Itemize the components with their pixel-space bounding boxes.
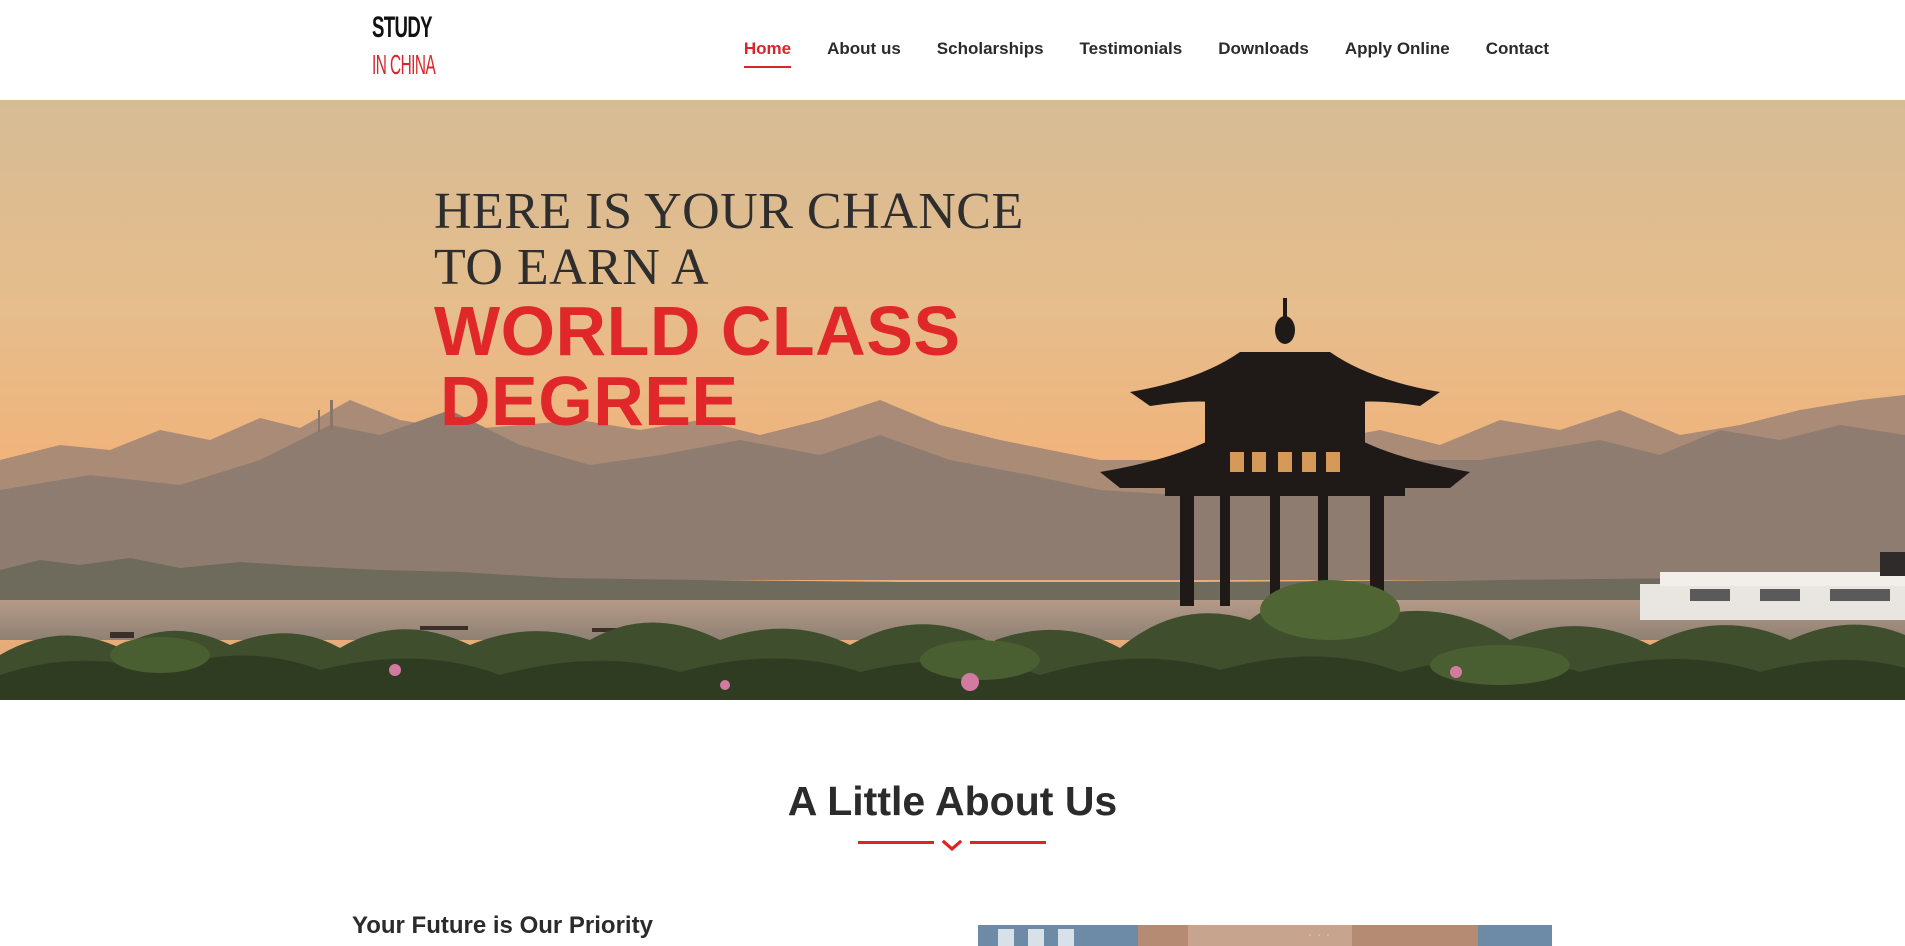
nav-downloads[interactable]: Downloads: [1218, 38, 1309, 64]
nav-about-us[interactable]: About us: [827, 38, 901, 64]
hero-line-2: TO EARN A: [434, 239, 710, 296]
about-image: · · ·: [978, 925, 1552, 946]
hero-highlight-1: WORLD CLASS: [434, 292, 961, 370]
nav-scholarships[interactable]: Scholarships: [937, 38, 1044, 64]
hero-highlight-2: DEGREE: [440, 362, 739, 440]
hero-banner: HERE IS YOUR CHANCE TO EARN A WORLD CLAS…: [0, 100, 1905, 700]
chevron-down-icon: [941, 839, 963, 852]
main-nav: Home About us Scholarships Testimonials …: [708, 38, 1549, 68]
about-subheading: Your Future is Our Priority: [352, 912, 653, 939]
nav-home[interactable]: Home: [743, 38, 792, 68]
hero-headline: HERE IS YOUR CHANCE TO EARN A WORLD CLAS…: [434, 183, 1024, 440]
hero-line-1: HERE IS YOUR CHANCE: [434, 183, 1024, 240]
site-header: STUDY IN CHINA Home About us Scholarship…: [0, 0, 1905, 100]
nav-testimonials[interactable]: Testimonials: [1080, 38, 1183, 64]
nav-apply-online[interactable]: Apply Online: [1345, 38, 1450, 64]
logo-text-top: STUDY: [372, 11, 433, 44]
logo-text-bottom: IN CHINA: [372, 49, 436, 80]
university-building-image: · · ·: [978, 925, 1552, 946]
nav-contact[interactable]: Contact: [1486, 38, 1549, 64]
title-divider: [858, 839, 1046, 852]
site-logo[interactable]: STUDY IN CHINA: [372, 9, 436, 87]
about-section-title: A Little About Us: [787, 778, 1118, 824]
svg-text:· · ·: · · ·: [1308, 928, 1330, 944]
